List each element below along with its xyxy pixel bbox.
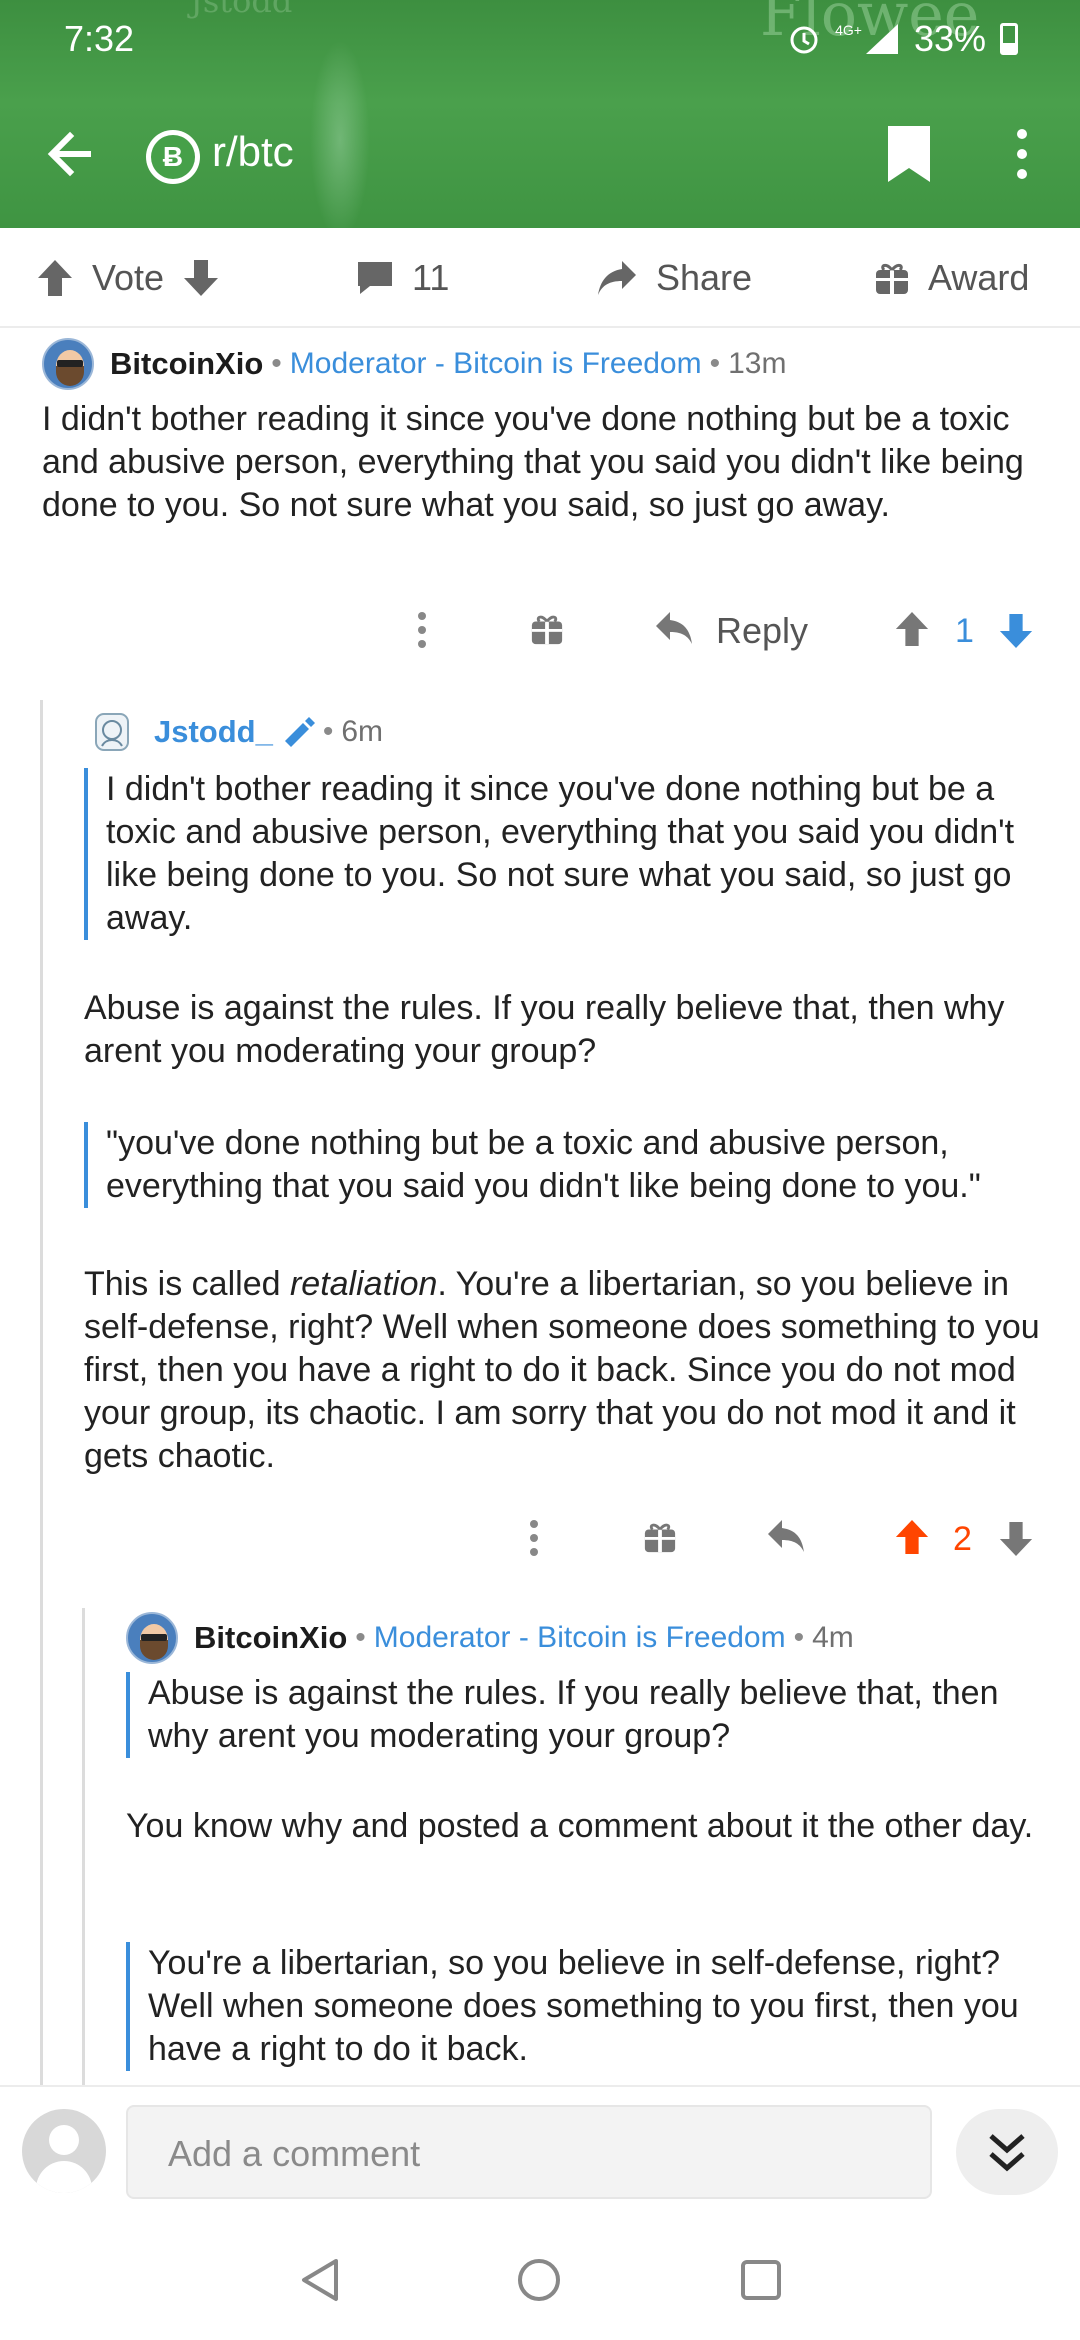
post-action-bar: Vote 11 Share Award [0,228,1080,328]
downvote-icon[interactable] [182,258,220,298]
comment-composer: Add a comment [0,2085,1080,2215]
pencil-icon [284,717,315,747]
vote-label: Vote [92,257,165,298]
comment-score: 2 [953,1520,972,1558]
more-options-icon[interactable] [1004,124,1040,184]
toolbar: Ƀ r/btc [0,112,1080,202]
network-label: 4G+ [835,22,862,38]
comment-paragraph: Abuse is against the rules. If you reall… [84,989,1005,1070]
more-options-icon[interactable] [412,610,432,650]
double-chevron-down-icon [989,2134,1025,2172]
avatar[interactable] [42,338,94,390]
upvote-icon[interactable] [894,1518,930,1556]
comment-author[interactable]: BitcoinXio [194,1620,347,1656]
reply-icon[interactable] [766,1518,806,1554]
reply-icon[interactable] [654,610,694,646]
quoted-text: Abuse is against the rules. If you reall… [126,1672,1056,1758]
share-icon [598,261,636,295]
subreddit-name[interactable]: r/btc [212,128,294,176]
thread-line [40,700,43,2085]
quoted-text: I didn't bother reading it since you've … [84,768,1064,940]
app-header: Jstodd Flowee 7:32 4G+ 33% Ƀ r/btc [0,0,1080,228]
signal-icon [865,24,898,54]
comment-author[interactable]: Jstodd_ [154,714,273,750]
avatar[interactable] [92,710,132,754]
quoted-text: "you've done nothing but be a toxic and … [84,1122,1064,1208]
comment-paragraph: This is called retaliation. You're a lib… [84,1265,1040,1475]
system-nav-bar [0,2215,1080,2340]
avatar[interactable] [126,1612,178,1664]
comment-icon [358,262,392,294]
comment-score: 1 [955,612,974,650]
emphasis-text: retaliation [289,1265,438,1303]
status-time: 7:32 [64,18,135,59]
comment-thread: BitcoinXio • Moderator - Bitcoin is Free… [0,330,1080,2085]
battery-icon [1000,23,1018,55]
comment-header: BitcoinXio • Moderator - Bitcoin is Free… [126,1612,854,1664]
comment-paragraph: You know why and posted a comment about … [126,1807,1034,1845]
comment-actions: 2 [0,1508,1080,1568]
alarm-icon [790,26,818,54]
author-flair: Moderator - Bitcoin is Freedom [289,347,702,380]
comment-author[interactable]: BitcoinXio [110,346,263,382]
subreddit-icon[interactable]: Ƀ [146,130,200,184]
nav-back-icon[interactable] [298,2257,342,2303]
gift-icon [876,263,908,294]
nav-home-icon[interactable] [516,2257,562,2303]
gift-icon[interactable] [643,1520,677,1554]
more-options-icon[interactable] [524,1518,544,1558]
vote-control: Vote [36,228,220,328]
downvote-icon[interactable] [998,612,1034,650]
thread-line [82,1608,85,2085]
bookmark-icon[interactable] [886,124,932,184]
status-bar: 7:32 4G+ 33% [0,0,1080,80]
comment-body: I didn't bother reading it since you've … [42,400,1024,524]
author-flair: Moderator - Bitcoin is Freedom [373,1621,786,1654]
comment-header: BitcoinXio • Moderator - Bitcoin is Free… [42,338,786,390]
reply-button[interactable]: Reply [716,610,808,652]
comments-button[interactable]: 11 [356,228,449,328]
quoted-text: You're a libertarian, so you believe in … [126,1942,1071,2071]
battery-percent: 33% [913,18,986,59]
nav-recents-icon[interactable] [740,2259,782,2301]
comment-actions: Reply 1 [0,600,1080,660]
user-avatar[interactable] [22,2109,106,2193]
collapse-comments-button[interactable] [956,2109,1058,2195]
upvote-icon[interactable] [36,258,74,298]
share-button[interactable]: Share [596,228,752,328]
add-comment-input[interactable]: Add a comment [126,2105,932,2199]
award-button[interactable]: Award [874,228,1029,328]
comment-time: 13m [728,347,787,380]
comment-header: Jstodd_ • 6m [92,710,383,754]
comment-time: 6m [341,715,384,748]
upvote-icon[interactable] [894,610,930,648]
award-label: Award [928,257,1030,298]
share-label: Share [656,257,753,298]
downvote-icon[interactable] [998,1520,1034,1558]
back-arrow-icon[interactable] [40,122,104,186]
gift-icon[interactable] [530,612,564,646]
comment-count: 11 [412,257,450,298]
comment-time: 4m [812,1621,854,1654]
